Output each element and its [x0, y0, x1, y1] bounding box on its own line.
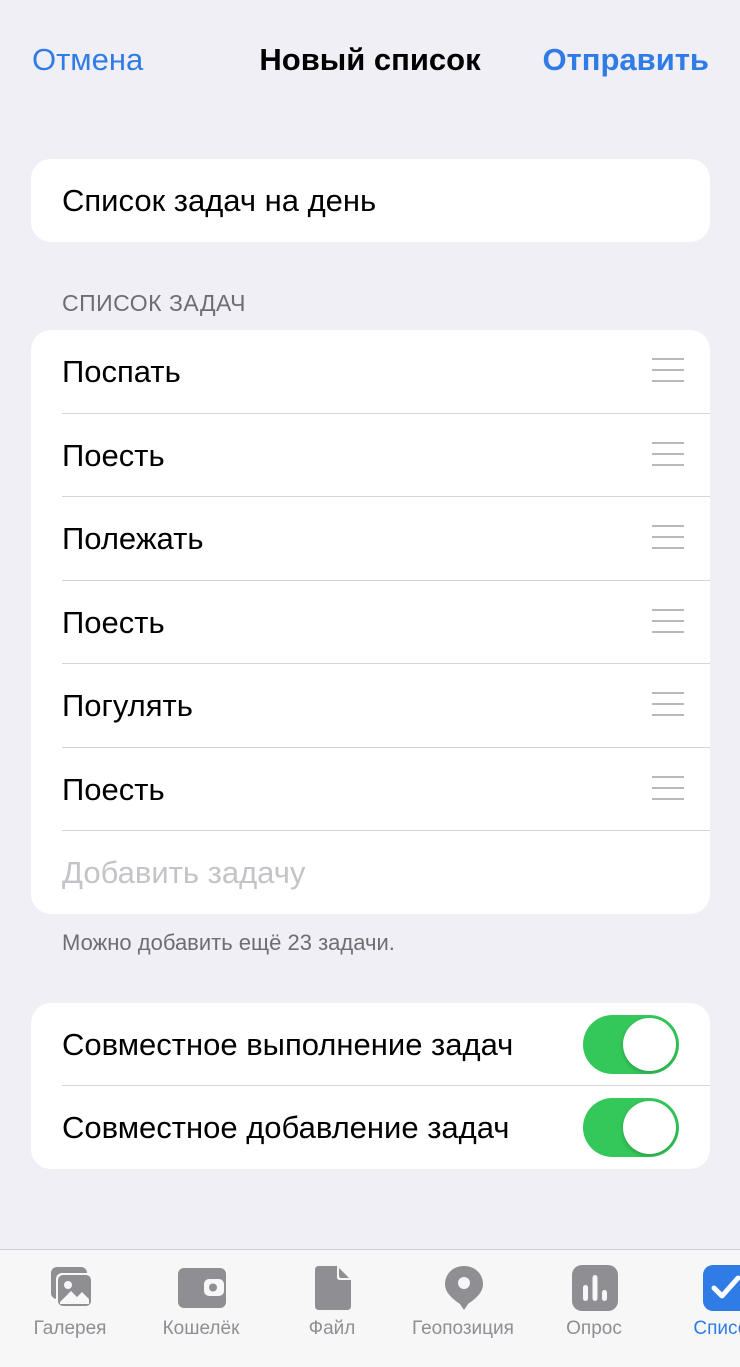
tasks-remaining-hint: Можно добавить ещё 23 задачи. — [62, 930, 395, 955]
settings-card: Совместное выполнение задач Совместное д… — [31, 1003, 710, 1169]
checklist-icon — [703, 1265, 740, 1311]
tab-location[interactable]: Геопозиция — [398, 1262, 528, 1352]
task-row[interactable]: Поспать — [31, 330, 710, 414]
toggle-knob — [623, 1101, 676, 1154]
toggle-knob — [623, 1018, 676, 1071]
task-text[interactable]: Поспать — [62, 330, 181, 413]
attachment-tab-bar: Галерея Кошелёк Файл Геопозиция Опрос Сп… — [0, 1249, 740, 1367]
tab-wallet[interactable]: Кошелёк — [136, 1262, 266, 1352]
tasks-list: Поспать Поесть Полежать Поесть Погулять … — [31, 330, 710, 914]
drag-handle-icon[interactable] — [652, 525, 684, 551]
tab-label: Опрос — [566, 1318, 622, 1339]
setting-label: Совместное выполнение задач — [62, 1027, 514, 1062]
setting-row-collaborative-completion: Совместное выполнение задач — [31, 1003, 710, 1086]
send-button[interactable]: Отправить — [542, 40, 709, 80]
tab-label: Список — [693, 1318, 740, 1339]
drag-handle-icon[interactable] — [652, 608, 684, 635]
setting-label: Совместное добавление задач — [62, 1110, 510, 1145]
tab-label: Кошелёк — [162, 1318, 240, 1339]
task-text[interactable]: Поесть — [62, 581, 165, 664]
tab-label: Геопозиция — [412, 1318, 514, 1339]
wallet-icon — [178, 1268, 226, 1308]
tab-gallery[interactable]: Галерея — [5, 1262, 135, 1352]
task-row[interactable]: Поесть — [31, 414, 710, 498]
task-row[interactable]: Погулять — [31, 664, 710, 748]
poll-icon — [572, 1265, 618, 1311]
tab-poll[interactable]: Опрос — [529, 1262, 659, 1352]
drag-handle-icon[interactable] — [652, 358, 684, 384]
add-task-row[interactable] — [31, 831, 710, 914]
drag-handle-icon[interactable] — [652, 775, 684, 802]
task-text[interactable]: Погулять — [62, 664, 193, 747]
drag-handle-icon[interactable] — [652, 441, 684, 468]
add-task-input[interactable] — [62, 831, 662, 914]
collaborative-completion-toggle[interactable] — [583, 1015, 679, 1074]
tasks-section-header: СПИСОК ЗАДАЧ — [62, 290, 246, 316]
task-row[interactable]: Поесть — [31, 748, 710, 832]
list-title-input[interactable] — [62, 159, 682, 242]
gallery-icon — [51, 1267, 93, 1308]
drag-handle-icon[interactable] — [652, 692, 684, 718]
collaborative-adding-toggle[interactable] — [583, 1098, 679, 1157]
file-icon — [315, 1266, 351, 1310]
task-text[interactable]: Поесть — [62, 414, 165, 497]
task-row[interactable]: Полежать — [31, 497, 710, 581]
task-row[interactable]: Поесть — [31, 581, 710, 665]
tab-label: Галерея — [33, 1318, 107, 1339]
tab-label: Файл — [308, 1318, 356, 1339]
task-text[interactable]: Поесть — [62, 748, 165, 831]
setting-row-collaborative-adding: Совместное добавление задач — [31, 1086, 710, 1169]
navigation-bar: Отмена Новый список Отправить — [0, 0, 740, 120]
tab-checklist[interactable]: Список — [660, 1262, 740, 1352]
task-text[interactable]: Полежать — [62, 497, 203, 580]
location-pin-icon — [445, 1266, 483, 1310]
tab-file[interactable]: Файл — [267, 1262, 397, 1352]
list-title-card — [31, 159, 710, 242]
